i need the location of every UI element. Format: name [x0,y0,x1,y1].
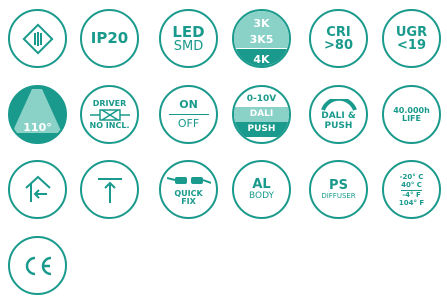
led-smd-badge: LED SMD [159,9,218,68]
temp-max-f: 104° F [398,198,425,207]
ce-mark-badge [8,236,67,295]
cri-badge: CRI >80 [309,9,368,68]
temp-max-c: 40° C [401,180,422,191]
driver-badge: DRIVER NO INCL. [80,85,139,144]
dim-push: PUSH [234,122,289,137]
ceiling-mount-badge [80,160,139,219]
dali-label: DALI & [321,110,356,121]
driver-not-included-label: NO INCL. [89,120,130,130]
dimming-arc-icon [320,98,357,111]
ps-label: PS [329,178,348,193]
ugr-label: UGR [395,24,428,40]
fix-label: FIX [181,196,196,206]
on-label: ON [179,97,198,111]
temp-min-c: -20° C [399,172,424,181]
quick-connector-icon [166,176,211,184]
body-label: BODY [248,191,275,201]
class2-badge [8,9,67,68]
cct-4k: 4K [234,49,289,66]
ceiling-mount-arrow-icon [97,177,122,203]
push-label: PUSH [324,120,353,131]
ip-rating-label: IP20 [90,29,129,47]
driver-crossed-icon [89,108,130,121]
ugr-value: <19 [397,37,426,53]
cct-3k5: 3K5 [234,31,289,48]
cri-label: CRI [326,24,351,40]
ugr-badge: UGR <19 [382,9,441,68]
temperature-range-badge: -20° C 40° C -4° F 104° F [382,160,441,219]
off-label: OFF [177,117,200,131]
ps-diffuser-badge: PS DIFFUSER [309,160,368,219]
diffuser-label: DIFFUSER [321,192,356,200]
on-off-divider [168,113,209,116]
lifetime-label: LIFE [401,113,421,123]
ip-rating-badge: IP20 [80,9,139,68]
dimming-badge: 0-10V DALI PUSH [232,85,291,144]
quick-fix-badge: QUICK FIX [159,160,218,219]
cct-badge: 3K 3K5 4K [232,9,291,68]
on-off-badge: ON OFF [159,85,218,144]
dali-push-badge: DALI & PUSH [309,85,368,144]
led-label: LED [172,22,205,41]
icon-grid: IP20 LED SMD 3K 3K5 4K CRI >80 UGR <19 1… [0,0,447,297]
wall-mount-badge [8,160,67,219]
beam-angle-label: 110° [23,121,52,134]
dim-dali: DALI [234,107,289,122]
cri-value: >80 [324,37,353,53]
ce-mark-icon [25,256,51,275]
al-label: AL [252,177,271,192]
temp-min-f: -4° F [402,190,421,199]
beam-angle-badge: 110° [8,85,67,144]
class2-double-square-icon [21,22,54,55]
driver-label: DRIVER [92,98,127,108]
dim-0-10v: 0-10V [246,94,277,104]
smd-label: SMD [173,38,204,54]
al-body-badge: AL BODY [232,160,291,219]
wall-mount-arrow-icon [24,175,51,202]
lifetime-badge: 40.000h LIFE [382,85,441,144]
cct-3k: 3K [234,11,289,32]
